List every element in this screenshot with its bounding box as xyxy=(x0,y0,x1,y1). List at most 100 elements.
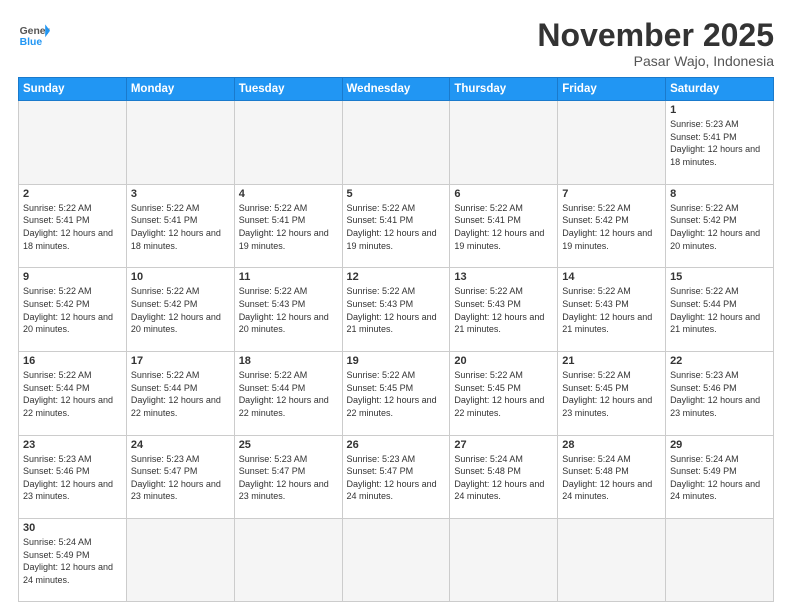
location: Pasar Wajo, Indonesia xyxy=(537,53,774,69)
day-info: Sunrise: 5:23 AM Sunset: 5:47 PM Dayligh… xyxy=(347,453,446,503)
calendar-cell: 21 Sunrise: 5:22 AM Sunset: 5:45 PM Dayli… xyxy=(558,351,666,435)
day-info: Sunrise: 5:22 AM Sunset: 5:44 PM Dayligh… xyxy=(23,369,122,419)
calendar-cell: 27 Sunrise: 5:24 AM Sunset: 5:48 PM Dayli… xyxy=(450,435,558,519)
calendar-cell: 26 Sunrise: 5:23 AM Sunset: 5:47 PM Dayli… xyxy=(342,435,450,519)
day-number: 5 xyxy=(347,188,446,200)
calendar-cell: 15 Sunrise: 5:22 AM Sunset: 5:44 PM Dayli… xyxy=(666,268,774,352)
calendar-cell xyxy=(234,519,342,602)
month-title: November 2025 xyxy=(537,18,774,53)
calendar-cell: 1 Sunrise: 5:23 AM Sunset: 5:41 PM Daylig… xyxy=(666,101,774,185)
header: General Blue November 2025 Pasar Wajo, I… xyxy=(18,18,774,69)
calendar-cell: 16Sunrise: 5:22 AM Sunset: 5:44 PM Dayli… xyxy=(19,351,127,435)
day-info: Sunrise: 5:22 AM Sunset: 5:43 PM Dayligh… xyxy=(239,285,338,335)
calendar-cell: 24 Sunrise: 5:23 AM Sunset: 5:47 PM Dayli… xyxy=(126,435,234,519)
svg-text:Blue: Blue xyxy=(20,37,43,48)
page: General Blue November 2025 Pasar Wajo, I… xyxy=(0,0,792,612)
day-info: Sunrise: 5:22 AM Sunset: 5:45 PM Dayligh… xyxy=(454,369,553,419)
day-number: 26 xyxy=(347,439,446,451)
day-number: 30 xyxy=(23,522,122,534)
day-number: 12 xyxy=(347,271,446,283)
calendar-cell xyxy=(19,101,127,185)
calendar-row-0: 1 Sunrise: 5:23 AM Sunset: 5:41 PM Daylig… xyxy=(19,101,774,185)
day-number: 9 xyxy=(23,271,122,283)
calendar-cell: 2 Sunrise: 5:22 AM Sunset: 5:41 PM Daylig… xyxy=(19,184,127,268)
calendar-cell: 9Sunrise: 5:22 AM Sunset: 5:42 PM Daylig… xyxy=(19,268,127,352)
calendar-cell xyxy=(558,519,666,602)
calendar-cell: 20 Sunrise: 5:22 AM Sunset: 5:45 PM Dayli… xyxy=(450,351,558,435)
day-info: Sunrise: 5:22 AM Sunset: 5:42 PM Dayligh… xyxy=(562,202,661,252)
calendar-row-4: 23 Sunrise: 5:23 AM Sunset: 5:46 PM Dayli… xyxy=(19,435,774,519)
day-info: Sunrise: 5:23 AM Sunset: 5:41 PM Dayligh… xyxy=(670,118,769,168)
day-number: 15 xyxy=(670,271,769,283)
calendar-cell: 25 Sunrise: 5:23 AM Sunset: 5:47 PM Dayli… xyxy=(234,435,342,519)
calendar-row-1: 2 Sunrise: 5:22 AM Sunset: 5:41 PM Daylig… xyxy=(19,184,774,268)
day-number: 20 xyxy=(454,355,553,367)
calendar-cell: 17 Sunrise: 5:22 AM Sunset: 5:44 PM Dayli… xyxy=(126,351,234,435)
calendar-cell xyxy=(342,519,450,602)
calendar-cell: 28 Sunrise: 5:24 AM Sunset: 5:48 PM Dayli… xyxy=(558,435,666,519)
weekday-sunday: Sunday xyxy=(19,78,127,101)
day-info: Sunrise: 5:22 AM Sunset: 5:44 PM Dayligh… xyxy=(239,369,338,419)
day-number: 29 xyxy=(670,439,769,451)
day-info: Sunrise: 5:23 AM Sunset: 5:46 PM Dayligh… xyxy=(23,453,122,503)
day-number: 22 xyxy=(670,355,769,367)
day-number: 17 xyxy=(131,355,230,367)
day-info: Sunrise: 5:22 AM Sunset: 5:41 PM Dayligh… xyxy=(454,202,553,252)
day-info: Sunrise: 5:24 AM Sunset: 5:48 PM Dayligh… xyxy=(562,453,661,503)
day-number: 19 xyxy=(347,355,446,367)
calendar-cell xyxy=(450,519,558,602)
day-number: 6 xyxy=(454,188,553,200)
day-number: 24 xyxy=(131,439,230,451)
day-info: Sunrise: 5:22 AM Sunset: 5:43 PM Dayligh… xyxy=(562,285,661,335)
day-info: Sunrise: 5:22 AM Sunset: 5:42 PM Dayligh… xyxy=(131,285,230,335)
logo: General Blue xyxy=(18,18,50,50)
day-info: Sunrise: 5:22 AM Sunset: 5:41 PM Dayligh… xyxy=(347,202,446,252)
calendar-cell: 18 Sunrise: 5:22 AM Sunset: 5:44 PM Dayli… xyxy=(234,351,342,435)
day-number: 13 xyxy=(454,271,553,283)
day-number: 11 xyxy=(239,271,338,283)
calendar-cell: 23 Sunrise: 5:23 AM Sunset: 5:46 PM Dayli… xyxy=(19,435,127,519)
calendar-cell xyxy=(558,101,666,185)
day-number: 8 xyxy=(670,188,769,200)
calendar-cell xyxy=(234,101,342,185)
calendar-row-5: 30Sunrise: 5:24 AM Sunset: 5:49 PM Dayli… xyxy=(19,519,774,602)
day-info: Sunrise: 5:22 AM Sunset: 5:45 PM Dayligh… xyxy=(347,369,446,419)
day-info: Sunrise: 5:23 AM Sunset: 5:47 PM Dayligh… xyxy=(239,453,338,503)
day-info: Sunrise: 5:22 AM Sunset: 5:43 PM Dayligh… xyxy=(454,285,553,335)
day-number: 2 xyxy=(23,188,122,200)
calendar-cell: 12Sunrise: 5:22 AM Sunset: 5:43 PM Dayli… xyxy=(342,268,450,352)
day-number: 18 xyxy=(239,355,338,367)
weekday-wednesday: Wednesday xyxy=(342,78,450,101)
day-info: Sunrise: 5:22 AM Sunset: 5:41 PM Dayligh… xyxy=(131,202,230,252)
calendar-cell: 6 Sunrise: 5:22 AM Sunset: 5:41 PM Daylig… xyxy=(450,184,558,268)
calendar-cell xyxy=(666,519,774,602)
day-number: 21 xyxy=(562,355,661,367)
day-info: Sunrise: 5:22 AM Sunset: 5:44 PM Dayligh… xyxy=(131,369,230,419)
day-number: 4 xyxy=(239,188,338,200)
logo-icon: General Blue xyxy=(18,18,50,50)
day-number: 3 xyxy=(131,188,230,200)
weekday-friday: Friday xyxy=(558,78,666,101)
calendar-cell: 7Sunrise: 5:22 AM Sunset: 5:42 PM Daylig… xyxy=(558,184,666,268)
weekday-monday: Monday xyxy=(126,78,234,101)
day-number: 25 xyxy=(239,439,338,451)
day-number: 10 xyxy=(131,271,230,283)
day-info: Sunrise: 5:22 AM Sunset: 5:41 PM Dayligh… xyxy=(239,202,338,252)
day-number: 1 xyxy=(670,104,769,116)
day-info: Sunrise: 5:24 AM Sunset: 5:49 PM Dayligh… xyxy=(670,453,769,503)
weekday-header-row: SundayMondayTuesdayWednesdayThursdayFrid… xyxy=(19,78,774,101)
day-info: Sunrise: 5:23 AM Sunset: 5:47 PM Dayligh… xyxy=(131,453,230,503)
calendar-cell: 19 Sunrise: 5:22 AM Sunset: 5:45 PM Dayli… xyxy=(342,351,450,435)
day-info: Sunrise: 5:22 AM Sunset: 5:44 PM Dayligh… xyxy=(670,285,769,335)
day-number: 27 xyxy=(454,439,553,451)
day-number: 28 xyxy=(562,439,661,451)
day-info: Sunrise: 5:22 AM Sunset: 5:45 PM Dayligh… xyxy=(562,369,661,419)
calendar-cell: 22Sunrise: 5:23 AM Sunset: 5:46 PM Dayli… xyxy=(666,351,774,435)
day-number: 23 xyxy=(23,439,122,451)
day-info: Sunrise: 5:24 AM Sunset: 5:48 PM Dayligh… xyxy=(454,453,553,503)
day-info: Sunrise: 5:22 AM Sunset: 5:41 PM Dayligh… xyxy=(23,202,122,252)
calendar-row-2: 9 Sunrise: 5:22 AM Sunset: 5:42 PM Daylig… xyxy=(19,268,774,352)
calendar-table: SundayMondayTuesdayWednesdayThursdayFrid… xyxy=(18,77,774,602)
calendar-cell xyxy=(342,101,450,185)
calendar-cell: 5 Sunrise: 5:22 AM Sunset: 5:41 PM Daylig… xyxy=(342,184,450,268)
